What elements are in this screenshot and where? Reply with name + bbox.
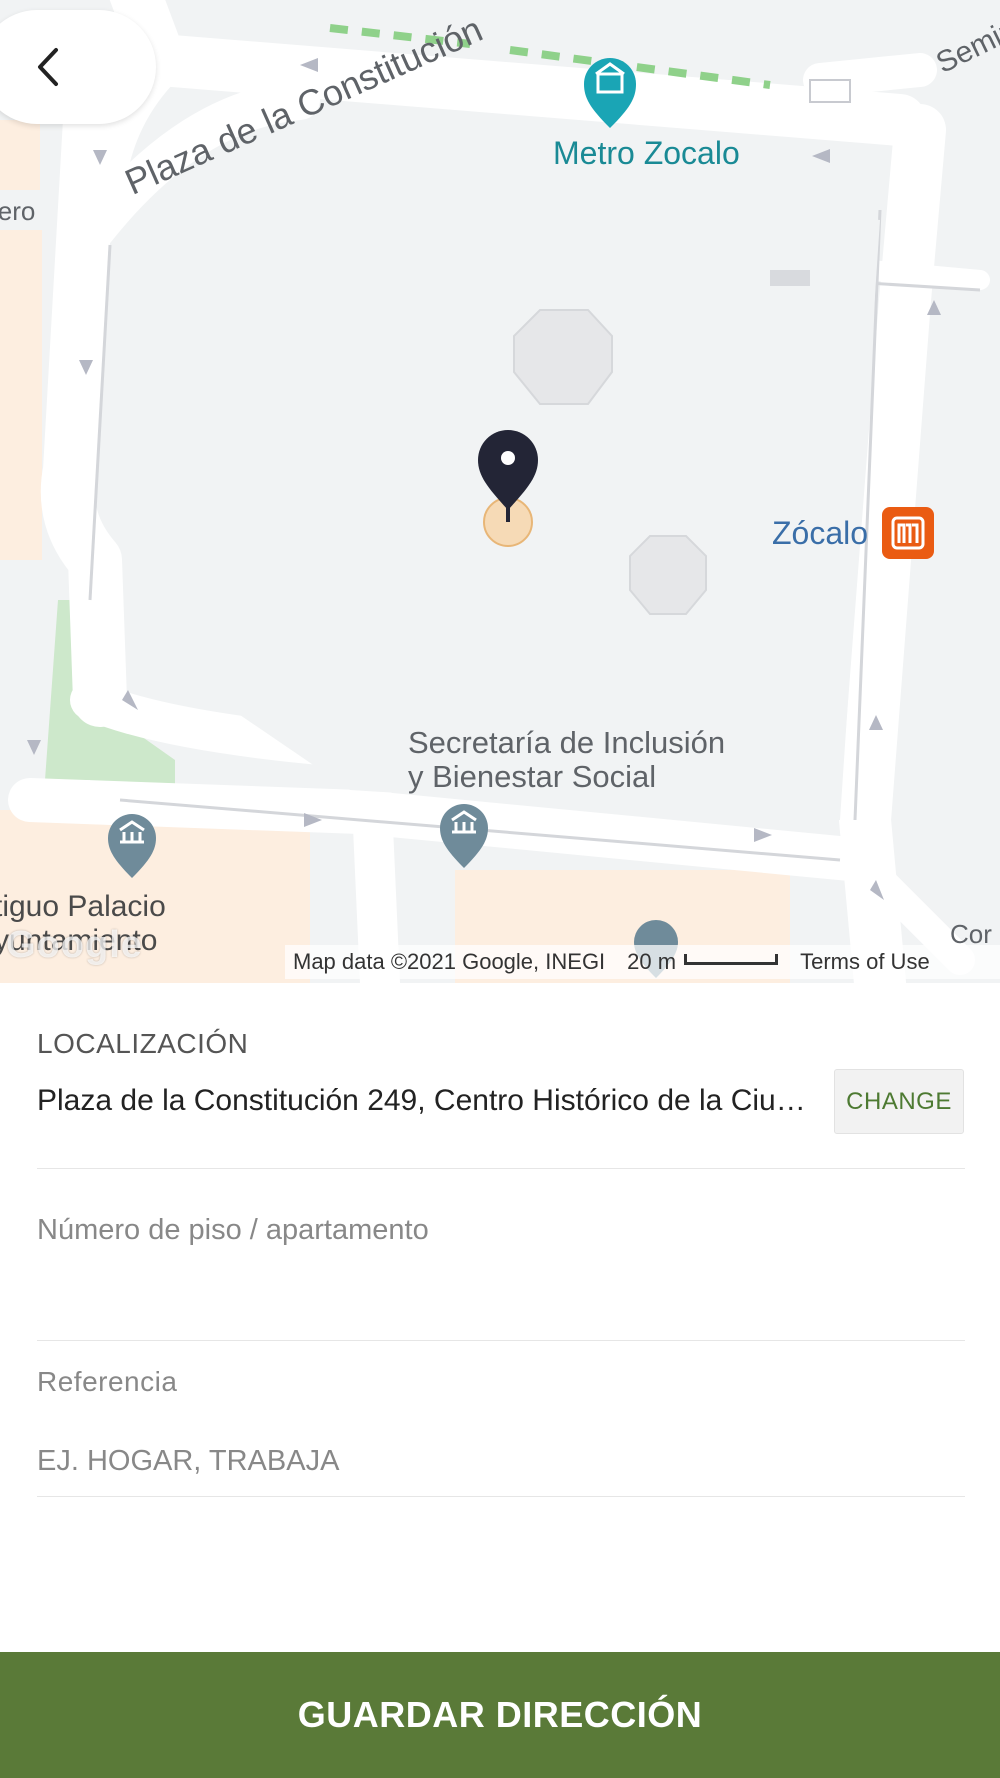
metro-glyph-icon <box>891 516 925 550</box>
street-label-corner: Cor <box>950 919 992 949</box>
poi-label-secretaria[interactable]: Secretaría de Inclusión y Bienestar Soci… <box>408 726 725 794</box>
reference-label: Referencia <box>37 1366 178 1397</box>
poi-label-secretaria-line2: y Bienestar Social <box>408 759 657 794</box>
divider <box>37 1168 965 1169</box>
map-scale-bar <box>684 953 779 965</box>
map-attribution: Map data ©2021 Google, INEGI 20 m Terms … <box>285 945 1000 979</box>
divider <box>37 1340 965 1341</box>
google-logo: Google <box>6 924 143 966</box>
reference-input[interactable] <box>37 1439 965 1483</box>
metro-icon[interactable] <box>882 507 934 559</box>
save-address-button[interactable]: GUARDAR DIRECCIÓN <box>0 1652 1000 1778</box>
poi-label-secretaria-line1: Secretaría de Inclusión <box>408 725 726 760</box>
change-location-button[interactable]: CHANGE <box>834 1069 964 1134</box>
location-pin-graphic <box>478 430 538 547</box>
poi-label-metro-zocalo[interactable]: Metro Zocalo <box>553 137 740 169</box>
map-view[interactable]: Plaza de la Constitución lero Semin Metr… <box>0 0 1000 983</box>
poi-label-palacio-line1: tiguo Palacio <box>0 890 166 923</box>
location-label: LOCALIZACIÓN <box>37 1028 249 1059</box>
map-scale: 20 m <box>627 949 779 975</box>
back-button[interactable] <box>0 10 156 124</box>
street-label-madero: lero <box>0 196 36 226</box>
poi-label-zocalo[interactable]: Zócalo <box>772 517 868 549</box>
floor-apartment-input[interactable] <box>37 1208 965 1252</box>
divider <box>37 1496 965 1497</box>
chevron-left-icon <box>38 48 58 86</box>
terms-link[interactable]: Terms of Use <box>800 949 930 975</box>
location-value: Plaza de la Constitución 249, Centro His… <box>37 1084 817 1117</box>
map-scale-label: 20 m <box>627 949 677 974</box>
location-pin-icon[interactable] <box>478 430 538 553</box>
map-data-text: Map data ©2021 Google, INEGI <box>293 949 606 974</box>
